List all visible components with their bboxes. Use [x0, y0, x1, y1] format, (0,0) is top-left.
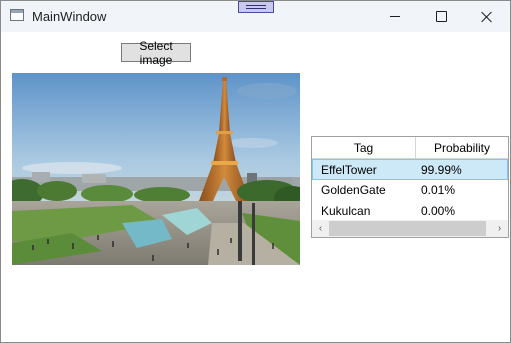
close-icon	[481, 11, 493, 23]
app-window-icon	[10, 9, 24, 21]
debug-toolbar-grip-icon[interactable]	[238, 1, 274, 13]
column-header-probability[interactable]: Probability	[416, 137, 508, 158]
minimize-icon	[390, 16, 400, 17]
table-row[interactable]: Kukulcan 0.00%	[312, 200, 508, 221]
select-image-button[interactable]: Select image	[121, 39, 191, 67]
maximize-icon	[435, 11, 447, 22]
tag-cell: GoldenGate	[321, 182, 386, 197]
horizontal-scrollbar[interactable]: ‹ ›	[312, 220, 508, 237]
tag-cell: Kukulcan	[321, 203, 371, 218]
tag-cell: EffelTower	[321, 162, 377, 177]
window-title: MainWindow	[32, 9, 107, 24]
table-row[interactable]: GoldenGate 0.01%	[312, 179, 508, 200]
title-bar[interactable]: MainWindow	[1, 1, 510, 32]
table-row[interactable]: EffelTower 99.99%	[312, 159, 508, 180]
scrollbar-thumb[interactable]	[329, 221, 486, 236]
minimize-button[interactable]	[372, 1, 418, 32]
close-button[interactable]	[464, 1, 510, 32]
column-header-tag[interactable]: Tag	[312, 137, 416, 158]
results-grid[interactable]: Tag Probability EffelTower 99.99% Golden…	[311, 136, 509, 238]
selected-image	[12, 73, 300, 265]
probability-cell: 0.01%	[421, 182, 456, 197]
probability-cell: 99.99%	[421, 162, 462, 177]
scroll-right-icon[interactable]: ›	[491, 220, 508, 237]
probability-cell: 0.00%	[421, 203, 456, 218]
scroll-left-icon[interactable]: ‹	[312, 220, 329, 237]
grid-header: Tag Probability	[312, 137, 508, 159]
maximize-button[interactable]	[418, 1, 464, 32]
main-window: MainWindow Select image Tag Probability …	[0, 0, 511, 343]
